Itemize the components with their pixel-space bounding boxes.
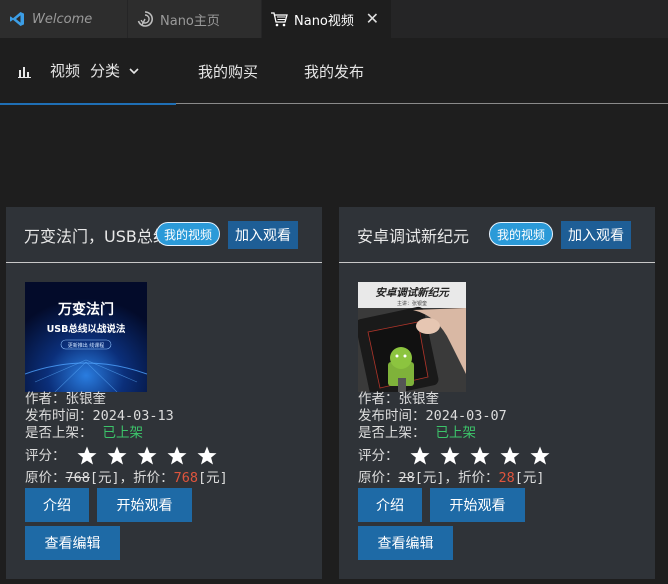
card-header: 安卓调试新纪元 我的视频 加入观看	[339, 207, 655, 263]
tab-label: Nano主页	[160, 13, 220, 29]
view-edit-button[interactable]: 查看编辑	[358, 526, 453, 560]
star-icon[interactable]	[529, 445, 551, 467]
my-video-badge: 我的视频	[156, 222, 221, 246]
discount-price: 768	[173, 470, 199, 486]
nav-category-label: 分类	[90, 62, 121, 80]
tab-bar: Welcome Nano主页 Nano视频 ✕	[0, 0, 668, 38]
star-icon[interactable]	[136, 445, 158, 467]
cart-icon	[270, 10, 288, 28]
vscode-logo-icon	[8, 10, 26, 28]
rating-stars[interactable]	[76, 445, 218, 467]
thumb-line1: 万变法门	[57, 301, 114, 318]
start-watching-button[interactable]: 开始观看	[430, 488, 525, 522]
star-icon[interactable]	[469, 445, 491, 467]
listed-status: 已上架	[435, 425, 477, 441]
video-thumbnail[interactable]: 安卓调试新纪元 主讲：张银奎	[358, 282, 466, 392]
original-price: 28	[398, 470, 415, 486]
price-row: 原价：28[元]，折价：28[元]	[358, 470, 545, 486]
bar-chart-icon	[18, 66, 31, 78]
thumb-line3: 更新推出 线课程	[68, 342, 105, 349]
star-icon[interactable]	[499, 445, 521, 467]
nav-video-label: 视频	[50, 62, 81, 80]
original-price: 768	[65, 470, 90, 486]
swirl-logo-icon	[136, 10, 154, 28]
view-edit-button[interactable]: 查看编辑	[25, 526, 120, 560]
author-name: 张银奎	[398, 391, 440, 407]
listed-status: 已上架	[102, 425, 144, 441]
rating-stars[interactable]	[409, 445, 551, 467]
intro-button[interactable]: 介绍	[25, 488, 89, 522]
publish-date: 2024-03-07	[425, 408, 507, 424]
video-card: 万变法门，USB总线以战说法 我的视频 加入观看 万变法门 USB总线以战说法 …	[6, 207, 322, 579]
close-icon[interactable]: ✕	[366, 11, 379, 27]
card-title: 万变法门，USB总线以战说法	[24, 227, 164, 246]
date-row: 发布时间：2024-03-13	[25, 408, 174, 424]
star-icon[interactable]	[409, 445, 431, 467]
tab-label: Welcome	[32, 11, 93, 27]
video-thumbnail[interactable]: 万变法门 USB总线以战说法 更新推出 线课程	[25, 282, 147, 392]
author-name: 张银奎	[65, 391, 107, 407]
author-row: 作者：张银奎	[25, 391, 107, 407]
listed-row: 是否上架： 已上架	[25, 425, 144, 441]
author-row: 作者：张银奎	[358, 391, 440, 407]
tab-nano-home[interactable]: Nano主页	[128, 0, 262, 38]
tab-nano-video[interactable]: Nano视频 ✕	[262, 0, 392, 38]
nav-video-category[interactable]: 视频 分类	[0, 38, 176, 105]
chevron-down-icon	[129, 67, 139, 74]
my-video-badge: 我的视频	[489, 222, 554, 246]
rating-row: 评分：	[358, 443, 551, 469]
video-card: 安卓调试新纪元 我的视频 加入观看 安卓调试新纪元 主讲：张银奎 作者：张银奎 …	[339, 207, 655, 579]
rating-row: 评分：	[25, 443, 218, 469]
star-icon[interactable]	[196, 445, 218, 467]
star-icon[interactable]	[76, 445, 98, 467]
star-icon[interactable]	[166, 445, 188, 467]
star-icon[interactable]	[106, 445, 128, 467]
tab-welcome[interactable]: Welcome	[0, 0, 128, 38]
nav-my-purchases[interactable]: 我的购买	[198, 38, 258, 104]
thumb-line2: 主讲：张银奎	[397, 300, 427, 307]
listed-row: 是否上架： 已上架	[358, 425, 477, 441]
add-to-watch-button[interactable]: 加入观看	[228, 221, 298, 249]
start-watching-button[interactable]: 开始观看	[97, 488, 192, 522]
card-title: 安卓调试新纪元	[357, 227, 470, 246]
nav-bar: 视频 分类 我的购买 我的发布	[0, 38, 668, 105]
thumb-line2: USB总线以战说法	[47, 323, 126, 335]
price-row: 原价：768[元]，折价：768[元]	[25, 470, 228, 486]
intro-button[interactable]: 介绍	[358, 488, 422, 522]
add-to-watch-button[interactable]: 加入观看	[561, 221, 631, 249]
star-icon[interactable]	[439, 445, 461, 467]
publish-date: 2024-03-13	[92, 408, 174, 424]
tab-label: Nano视频	[294, 13, 354, 29]
date-row: 发布时间：2024-03-07	[358, 408, 507, 424]
nav-my-publications[interactable]: 我的发布	[304, 38, 364, 104]
thumb-line1: 安卓调试新纪元	[375, 286, 450, 299]
card-header: 万变法门，USB总线以战说法 我的视频 加入观看	[6, 207, 322, 263]
discount-price: 28	[498, 470, 515, 486]
